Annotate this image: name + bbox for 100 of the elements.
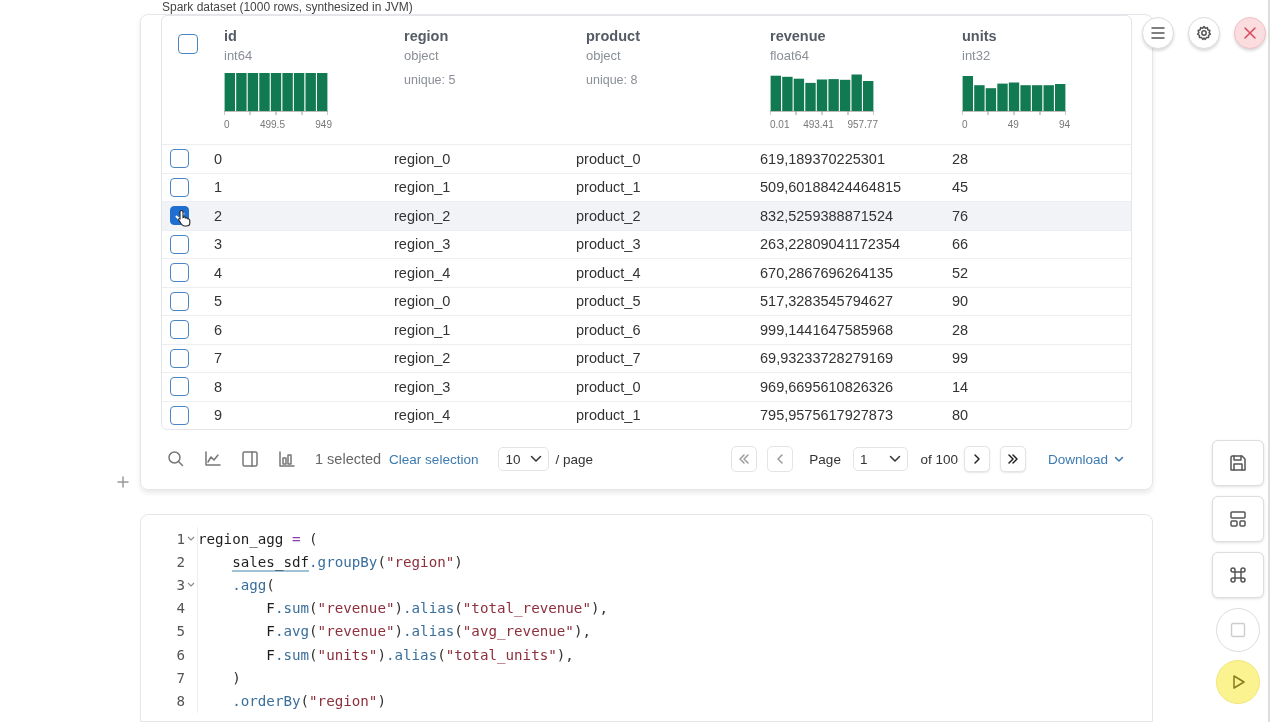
clear-selection-link[interactable]: Clear selection (389, 451, 479, 467)
table-cell-text: 969,6695610826326 (760, 378, 895, 395)
code-line: ) (231, 669, 241, 686)
save-icon (1229, 454, 1247, 472)
table-cell-text: 5 (214, 293, 224, 310)
table-cell-text: region_1 (394, 179, 452, 196)
fold-chevron-icon[interactable] (187, 581, 195, 588)
sidebar-panel-icon (241, 450, 259, 468)
table-cell-text: 509,60188424464815 (760, 179, 903, 196)
play-icon (1230, 674, 1246, 690)
stop-icon (1230, 622, 1246, 638)
table-cell-text: 3 (214, 236, 224, 253)
first-page-icon (737, 452, 752, 466)
axis-tick-label: 0 (962, 119, 968, 130)
axis-tick-label: 493.41 (803, 119, 834, 130)
table-cell-text: 28 (952, 150, 970, 167)
table-cell-text: region_0 (394, 150, 452, 167)
table-cell-text: 45 (952, 179, 970, 196)
chevron-down-icon (889, 455, 902, 463)
run-button[interactable] (1216, 660, 1260, 704)
line-number: 7 (176, 669, 185, 686)
page-select[interactable]: 1 (852, 447, 909, 471)
chevron-down-icon (530, 455, 543, 463)
command-button[interactable] (1212, 552, 1264, 598)
line-number: 2 (176, 553, 185, 570)
table-cell-text: 263,22809041172354 (760, 236, 902, 253)
line-number: 5 (176, 623, 185, 640)
axis-tick-label: 499.5 (259, 119, 285, 130)
select-all-checkbox[interactable] (178, 34, 198, 54)
table-cell-text: region_1 (394, 321, 452, 338)
row-checkbox[interactable] (170, 320, 189, 340)
add-cell-icon[interactable] (117, 476, 129, 488)
table-row[interactable]: 2 region_2 product_2 832,5259388871524 76 (162, 201, 1131, 230)
row-checkbox[interactable] (170, 377, 189, 397)
row-checkbox[interactable] (170, 234, 189, 254)
code-line: region_agg = ( (198, 530, 318, 547)
line-number: 3 (176, 576, 185, 593)
table-cell-text: product_1 (576, 179, 642, 196)
per-page-label: / page (555, 451, 593, 467)
menu-button[interactable] (1142, 17, 1174, 49)
row-checkbox[interactable] (170, 348, 189, 368)
close-button[interactable] (1234, 17, 1266, 49)
table-cell-text: 517,3283545794627 (760, 293, 895, 310)
axis-tick-label: 949 (315, 119, 332, 130)
table-cell-text: region_2 (394, 207, 452, 224)
page-size-select[interactable]: 10 (498, 447, 550, 471)
download-button[interactable]: Download (1047, 451, 1124, 467)
table-cell-text: 4 (214, 264, 224, 281)
fold-chevron-icon[interactable] (187, 535, 195, 542)
table-cell-text: 14 (952, 378, 970, 395)
table-cell-text: product_7 (576, 350, 642, 367)
settings-button[interactable] (1188, 17, 1220, 49)
layout-button[interactable] (1212, 496, 1264, 542)
line-chart-icon (204, 450, 222, 468)
table-cell-text: 2 (214, 207, 224, 224)
code-line: F.avg("revenue").alias("avg_revenue"), (265, 623, 591, 640)
last-page-button[interactable] (999, 446, 1026, 472)
column-header[interactable]: units (962, 28, 1131, 44)
column-header[interactable]: revenue (770, 28, 952, 44)
code-line: .orderBy("region") (231, 692, 386, 709)
table-cell-text: 795,9575617927873 (760, 407, 895, 424)
table-cell-text: 66 (952, 236, 970, 253)
table-cell-text: product_4 (576, 264, 642, 281)
row-checkbox[interactable] (170, 291, 189, 311)
table-cell-text: 90 (952, 293, 970, 310)
axis-tick-label: 0 (224, 119, 230, 130)
row-checkbox[interactable] (170, 177, 189, 197)
table-cell-text: 7 (214, 350, 224, 367)
line-chart-button[interactable] (204, 450, 222, 468)
bar-chart-button[interactable] (278, 450, 296, 468)
table-cell-text: product_1 (576, 407, 642, 424)
table-cell-text: region_3 (394, 236, 452, 253)
table-cell-text: region_0 (394, 293, 452, 310)
table-cell-text: region_3 (394, 378, 452, 395)
next-page-button[interactable] (963, 446, 990, 472)
close-icon (1243, 26, 1257, 40)
table-cell-text: region_4 (394, 264, 452, 281)
axis-tick-label: 957.77 (847, 119, 878, 130)
column-type: object (404, 48, 440, 63)
chevron-down-icon (1114, 455, 1124, 463)
code-editor[interactable] (140, 514, 1153, 722)
line-number: 6 (176, 646, 185, 663)
menu-icon (1150, 26, 1166, 40)
table-cell-text: 9 (214, 407, 224, 424)
row-checkbox[interactable] (170, 149, 189, 169)
column-header[interactable]: product (586, 28, 760, 44)
line-number: 1 (176, 530, 185, 547)
search-button[interactable] (167, 450, 185, 468)
row-checkbox[interactable] (170, 263, 189, 283)
row-checkbox[interactable] (170, 405, 189, 425)
first-page-button[interactable] (731, 446, 758, 472)
line-number: 4 (176, 600, 185, 617)
sidebar-panel-button[interactable] (241, 450, 259, 468)
table-cell-text: 8 (214, 378, 224, 395)
code-line: sales_sdf.groupBy("region") (231, 553, 463, 570)
column-type: int64 (224, 48, 254, 63)
save-button[interactable] (1212, 440, 1264, 486)
column-header[interactable]: id (224, 28, 394, 44)
column-header[interactable]: region (404, 28, 576, 44)
search-icon (167, 450, 185, 468)
